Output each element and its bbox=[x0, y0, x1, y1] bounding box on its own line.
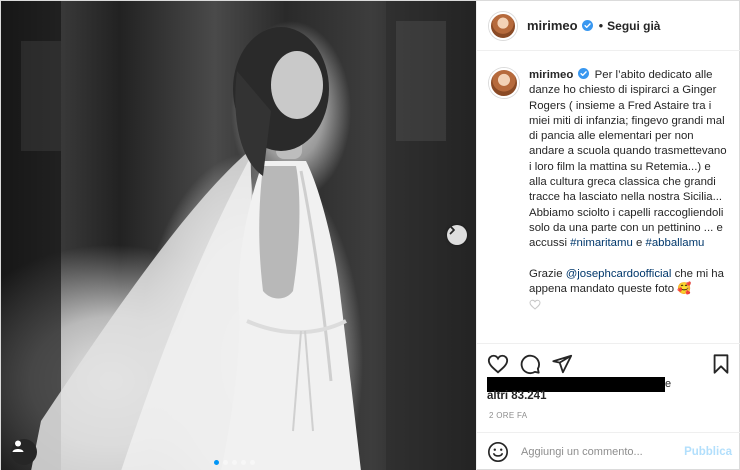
hashtag-link[interactable]: #abballamu bbox=[646, 237, 705, 249]
carousel-dot bbox=[214, 460, 219, 465]
likes-count[interactable]: altri 83.241 bbox=[487, 390, 546, 402]
heart-icon bbox=[487, 354, 509, 373]
comments-area: mirimeo Per l’abito dedicato alle danze … bbox=[477, 52, 740, 342]
comment-bubble-icon bbox=[520, 354, 540, 374]
publish-button[interactable]: Pubblica bbox=[684, 446, 732, 458]
instagram-post: mirimeo • Segui già mirimeo Per l’abito … bbox=[0, 0, 740, 470]
avatar[interactable] bbox=[489, 11, 517, 40]
header-separator: • bbox=[598, 18, 604, 33]
paper-plane-icon bbox=[552, 354, 573, 373]
carousel-dot bbox=[250, 460, 255, 465]
post-timestamp[interactable]: 2 ore fa bbox=[489, 411, 527, 420]
carousel-dot bbox=[232, 460, 237, 465]
verified-badge-icon bbox=[581, 20, 593, 31]
comment-like-heart-icon[interactable] bbox=[529, 299, 541, 310]
action-bar bbox=[477, 343, 740, 377]
post-header: mirimeo • Segui già bbox=[477, 1, 740, 51]
add-comment-bar: Pubblica bbox=[477, 432, 740, 470]
hashtag-link[interactable]: #nimaritamu bbox=[570, 237, 633, 249]
caption-connector: e bbox=[632, 237, 646, 250]
share-button[interactable] bbox=[551, 353, 573, 375]
likes-summary[interactable]: e altri 83.241 bbox=[487, 377, 737, 403]
photo-illustration bbox=[1, 1, 476, 470]
save-button[interactable] bbox=[710, 353, 732, 375]
likes-tail-text: e bbox=[665, 378, 672, 390]
carousel-dot bbox=[241, 460, 246, 465]
smiley-face-icon bbox=[488, 442, 508, 462]
carousel-dot bbox=[223, 460, 228, 465]
header-username[interactable]: mirimeo bbox=[527, 18, 578, 33]
chevron-right-icon bbox=[449, 225, 455, 235]
caption: mirimeo Per l’abito dedicato alle danze … bbox=[489, 68, 730, 310]
carousel-next-button[interactable] bbox=[447, 225, 467, 245]
caption-text: mirimeo Per l’abito dedicato alle danze … bbox=[529, 68, 729, 310]
user-tag-button[interactable] bbox=[11, 439, 37, 465]
like-button[interactable] bbox=[487, 353, 509, 375]
caption-body: Per l’abito dedicato alle danze ho chies… bbox=[529, 69, 727, 250]
following-button[interactable]: Segui già bbox=[607, 19, 660, 33]
caption-username[interactable]: mirimeo bbox=[529, 69, 573, 81]
comment-button[interactable] bbox=[519, 353, 541, 375]
caption-avatar[interactable] bbox=[489, 68, 519, 98]
emoji-button[interactable] bbox=[487, 441, 509, 463]
user-tag-icon bbox=[12, 440, 24, 452]
carousel-indicator bbox=[214, 460, 255, 465]
post-sidebar: mirimeo • Segui già mirimeo Per l’abito … bbox=[476, 1, 740, 470]
comment-input[interactable] bbox=[521, 446, 671, 458]
caption-thanks: Grazie bbox=[529, 267, 566, 280]
bookmark-icon bbox=[713, 353, 729, 374]
post-photo[interactable] bbox=[1, 1, 476, 470]
verified-badge-icon bbox=[578, 68, 590, 79]
mention-link[interactable]: @josephcardoofficial bbox=[566, 268, 672, 280]
